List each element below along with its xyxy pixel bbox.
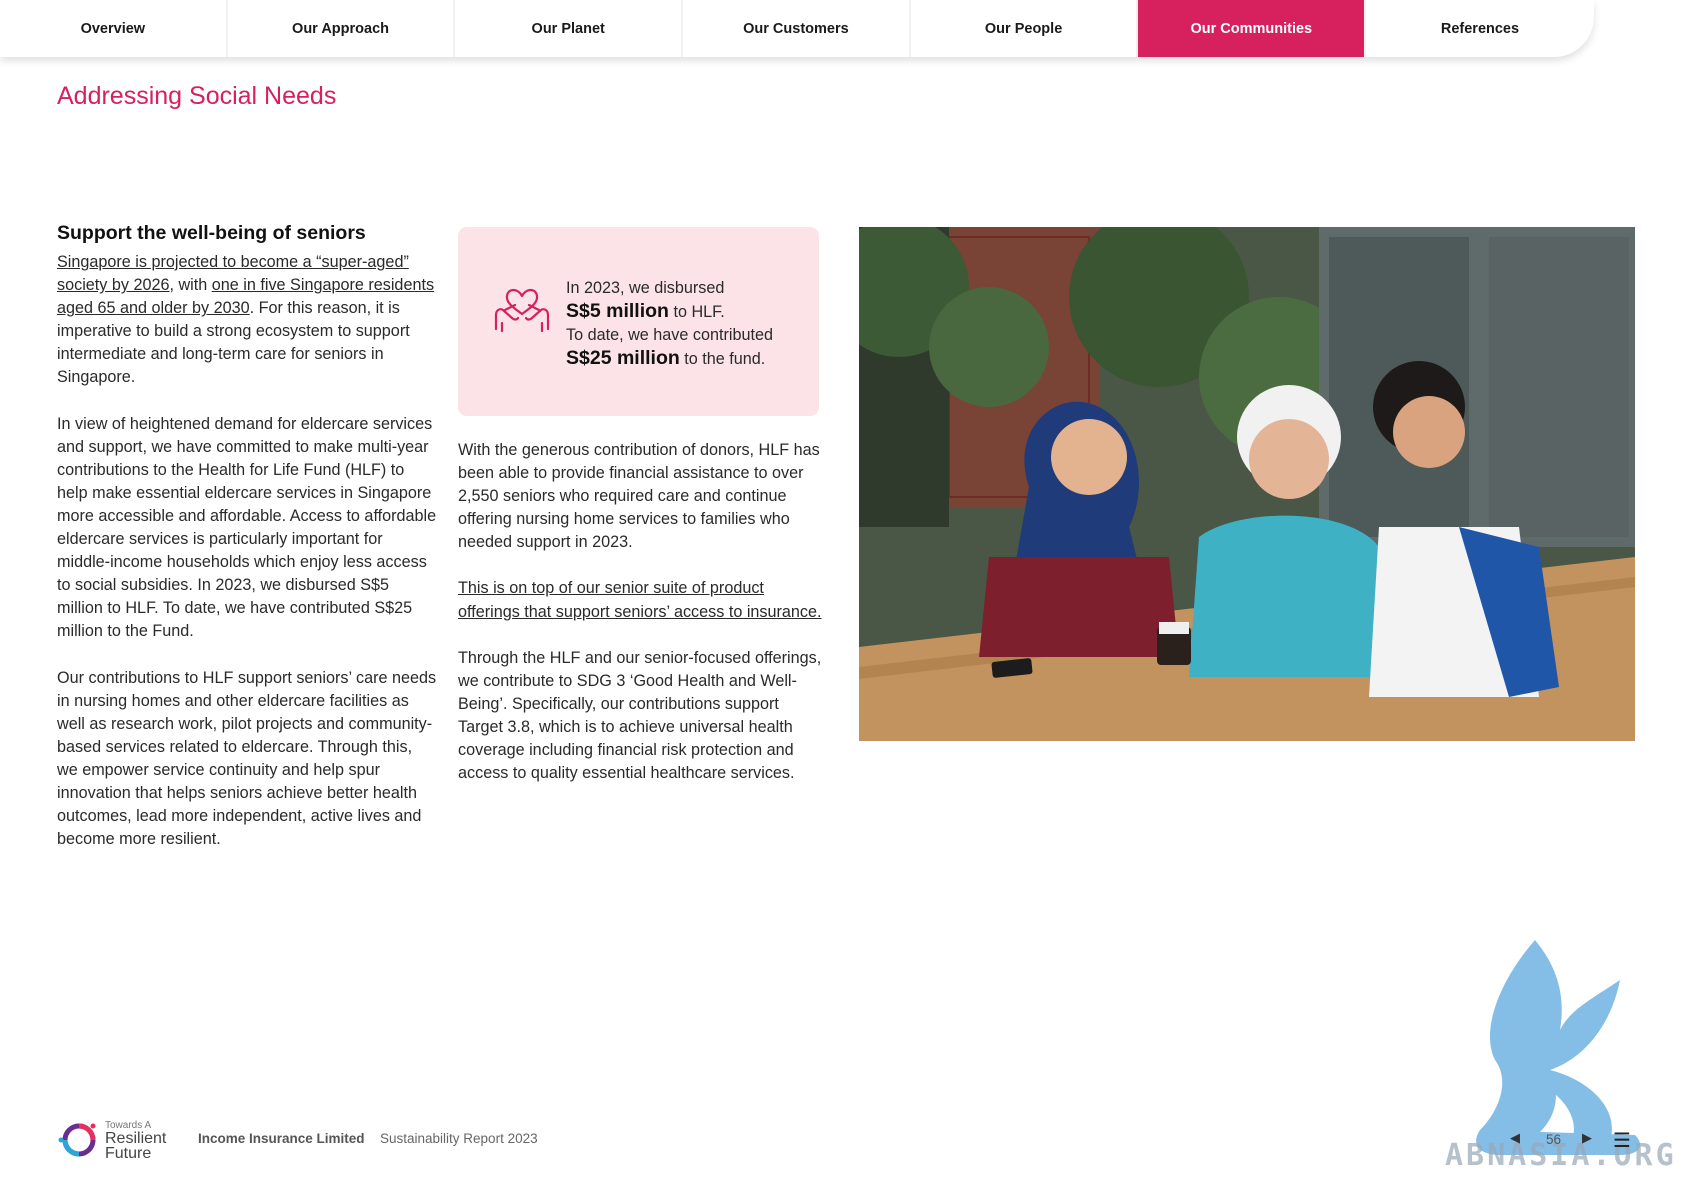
- senior-suite-paragraph: This is on top of our senior suite of pr…: [458, 577, 823, 623]
- footer-tagline: Towards A Resilient Future: [105, 1120, 167, 1162]
- paragraph-3: Our contributions to HLF support seniors…: [57, 668, 437, 849]
- tab-overview[interactable]: Overview: [0, 0, 228, 57]
- top-navigation: Overview Our Approach Our Planet Our Cus…: [0, 0, 1594, 57]
- paragraph-1-connector: , with: [169, 276, 212, 295]
- next-arrow-icon[interactable]: ▶: [1582, 1130, 1592, 1146]
- page-number: 56: [1546, 1132, 1562, 1147]
- highlight-line-1: In 2023, we disbursed: [566, 279, 725, 297]
- tab-our-approach[interactable]: Our Approach: [228, 0, 456, 57]
- left-column: Support the well-being of seniors Singap…: [57, 222, 437, 874]
- sdg-paragraph: Through the HLF and our senior-focused o…: [458, 648, 822, 783]
- highlight-amount-1: S$5 million: [566, 300, 669, 322]
- prev-arrow-icon[interactable]: ◀: [1510, 1130, 1520, 1146]
- paragraph-1: Singapore is projected to become a “supe…: [57, 251, 437, 390]
- footer-report-title: Sustainability Report 2023: [380, 1131, 538, 1146]
- tab-our-communities[interactable]: Our Communities: [1138, 0, 1367, 57]
- tab-references[interactable]: References: [1366, 0, 1594, 57]
- tab-our-customers[interactable]: Our Customers: [683, 0, 911, 57]
- highlight-box: In 2023, we disbursed S$5 million to HLF…: [458, 227, 819, 416]
- pager: ◀ 56 ▶ ☰: [1510, 1128, 1640, 1152]
- highlight-amount-2-row: S$25 million to the fund.: [566, 347, 806, 371]
- senior-suite-link[interactable]: This is on top of our senior suite of pr…: [458, 579, 822, 620]
- tagline-future: Future: [105, 1145, 152, 1162]
- tab-our-people[interactable]: Our People: [911, 0, 1139, 57]
- footer-company: Income Insurance Limited: [198, 1131, 365, 1146]
- hands-holding-heart-icon: [494, 288, 550, 333]
- tagline-resilient: Resilient: [105, 1130, 167, 1147]
- seniors-photo: [859, 227, 1635, 741]
- tab-our-planet[interactable]: Our Planet: [455, 0, 684, 57]
- highlight-text: In 2023, we disbursed S$5 million to HLF…: [566, 277, 806, 371]
- seniors-photo-illustration: [859, 227, 1635, 741]
- footer: Towards A Resilient Future Income Insura…: [57, 1118, 617, 1162]
- donors-paragraph: With the generous contribution of donors…: [458, 441, 820, 552]
- page-title: Addressing Social Needs: [57, 82, 337, 110]
- highlight-line-2: To date, we have contributed: [566, 326, 773, 344]
- highlight-suffix-1: to HLF.: [668, 303, 725, 321]
- highlight-amount-2: S$25 million: [566, 347, 680, 369]
- hamburger-menu-icon[interactable]: ☰: [1613, 1128, 1631, 1153]
- highlight-suffix-2: to the fund.: [679, 350, 766, 368]
- highlight-amount-1-row: S$5 million to HLF.: [566, 300, 806, 324]
- section-heading: Support the well-being of seniors: [57, 222, 366, 244]
- resilient-future-logo-icon: [58, 1123, 96, 1157]
- middle-column: With the generous contribution of donors…: [458, 439, 823, 808]
- paragraph-2: In view of heightened demand for elderca…: [57, 414, 437, 641]
